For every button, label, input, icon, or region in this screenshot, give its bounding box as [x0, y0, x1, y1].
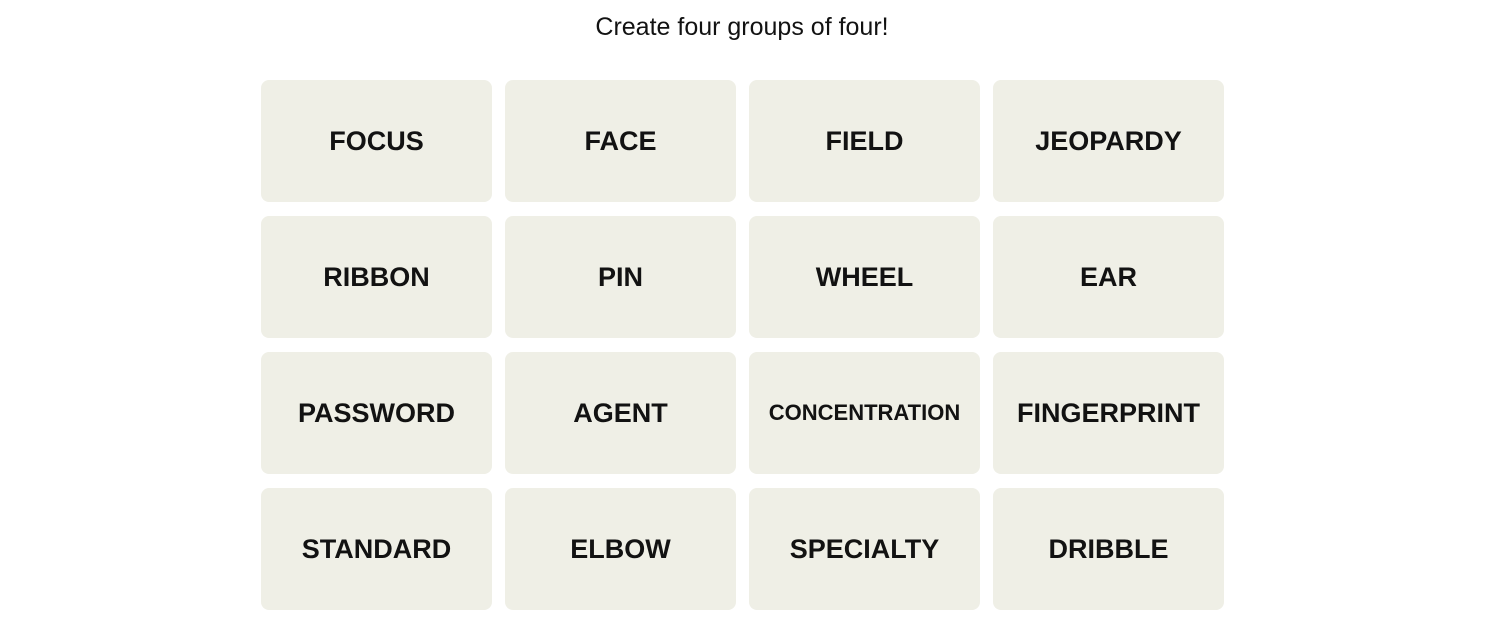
instructions-text: Create four groups of four! — [595, 13, 889, 41]
word-tile[interactable]: WHEEL — [749, 216, 980, 338]
word-tile[interactable]: PASSWORD — [261, 352, 492, 474]
word-tile[interactable]: SPECIALTY — [749, 488, 980, 610]
word-tile[interactable]: PIN — [505, 216, 736, 338]
word-tile[interactable]: DRIBBLE — [993, 488, 1224, 610]
word-tile[interactable]: FIELD — [749, 80, 980, 202]
word-tile[interactable]: FINGERPRINT — [993, 352, 1224, 474]
connections-game: Create four groups of four! FOCUS FACE F… — [0, 0, 1500, 618]
word-tile[interactable]: CONCENTRATION — [749, 352, 980, 474]
word-tile[interactable]: ELBOW — [505, 488, 736, 610]
word-tile[interactable]: STANDARD — [261, 488, 492, 610]
word-tile[interactable]: EAR — [993, 216, 1224, 338]
word-tile[interactable]: FOCUS — [261, 80, 492, 202]
word-grid: FOCUS FACE FIELD JEOPARDY RIBBON PIN WHE… — [261, 80, 1224, 610]
word-tile[interactable]: AGENT — [505, 352, 736, 474]
word-tile[interactable]: FACE — [505, 80, 736, 202]
word-tile[interactable]: JEOPARDY — [993, 80, 1224, 202]
word-tile[interactable]: RIBBON — [261, 216, 492, 338]
